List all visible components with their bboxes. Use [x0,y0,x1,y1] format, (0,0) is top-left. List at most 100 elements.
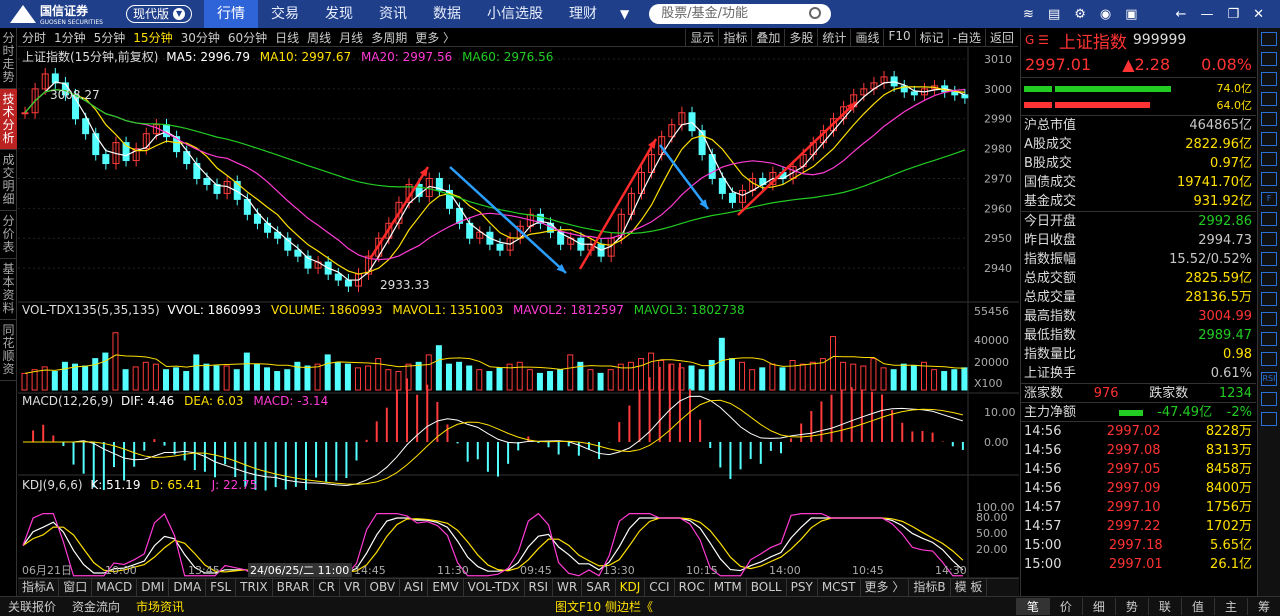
mode-selector[interactable]: 现代版 ▼ [126,5,193,23]
list-icon[interactable] [1261,92,1277,106]
indicator-tab[interactable]: VOL-TDX [464,579,525,596]
line-chart-icon[interactable] [1261,152,1277,166]
period-tab[interactable]: 5分钟 [90,29,130,46]
detail-tab[interactable]: 价 [1048,598,1082,615]
up-arrow-drawing[interactable] [737,101,857,216]
wave-icon[interactable] [1261,352,1277,366]
period-tab[interactable]: 日线 [271,29,303,46]
left-tab[interactable]: 成交明细 [0,150,17,211]
period-tab[interactable]: 更多 〉 [411,29,459,46]
chart-icon[interactable] [1261,132,1277,146]
detail-tab[interactable]: 细 [1081,598,1115,615]
period-tab[interactable]: 15分钟 [129,29,176,46]
indicator-tab[interactable]: MTM [710,579,747,596]
period-tab[interactable]: 多周期 [367,29,411,46]
indicator-tab[interactable]: EMV [428,579,464,596]
left-tab[interactable]: 分价表 [0,211,17,259]
trend-icon[interactable] [1261,332,1277,346]
toolbar-button[interactable]: 叠加 [751,28,784,46]
indicator-tab[interactable]: KDJ [616,579,646,596]
toolbar-button[interactable]: 显示 [685,28,718,46]
indicator-tab[interactable]: FSL [206,579,237,596]
rsi-icon[interactable]: RSI [1261,372,1277,386]
indicator-tab[interactable]: BOLL [747,579,787,596]
toolbar-button[interactable]: 指标 [718,28,751,46]
indicator-tab[interactable]: CR [314,579,340,596]
indicator-tab[interactable]: 更多 〉 [861,579,910,596]
period-tab[interactable]: 30分钟 [177,29,224,46]
restore-icon[interactable]: ❐ [1227,7,1239,22]
nav-item[interactable]: 数据 [420,0,474,28]
screen-icon[interactable] [1261,252,1277,266]
indicator-tab[interactable]: MCST [818,579,861,596]
up-arrow-drawing[interactable] [578,138,658,270]
indicator-tab[interactable]: BRAR [273,579,315,596]
people-icon[interactable] [1261,212,1277,226]
status-link[interactable]: 关联报价 [0,598,64,615]
nav-item[interactable]: 理财 [556,0,610,28]
detail-tab[interactable]: 筹 [1246,598,1280,615]
toolbar-button[interactable]: 统计 [817,28,850,46]
rank-icon[interactable] [1261,232,1277,246]
indicator-tab[interactable]: PSY [787,579,818,596]
period-tab[interactable]: 月线 [335,29,367,46]
indicator-tab[interactable]: ASI [400,579,429,596]
period-tab[interactable]: 1分钟 [50,29,90,46]
status-link[interactable]: 资金流向 [64,598,128,615]
indicator-tab[interactable]: CCI [645,579,675,596]
quote-code-prefix[interactable]: G ☰ [1025,33,1049,47]
sidebar-toggle[interactable]: 图文F10 侧边栏《 [547,598,661,615]
detail-tab[interactable]: 笔 [1015,598,1049,615]
indicator-tab[interactable]: WR [553,579,583,596]
more-icon[interactable] [1261,412,1277,426]
toolbar-button[interactable]: -自选 [947,28,985,46]
period-tab[interactable]: 分时 [18,29,50,46]
nav-item[interactable]: 资讯 [366,0,420,28]
left-tab[interactable]: 基本资料 [0,259,17,320]
detail-tab[interactable]: 势 [1114,598,1148,615]
indicator-tab[interactable]: 窗口 [59,579,93,596]
indicator-tab[interactable]: SAR [582,579,616,596]
toolbar-button[interactable]: 返回 [984,28,1018,46]
search-icon[interactable] [809,7,822,19]
indicator-tab[interactable]: RSI [525,579,554,596]
layers-icon[interactable]: ≋ [1023,7,1034,22]
toolbar-button[interactable]: F10 [883,28,914,46]
f10-icon[interactable]: ▤ [1048,7,1060,22]
toolbar-button[interactable]: 画线 [850,28,883,46]
detail-tab[interactable]: 值 [1180,598,1214,615]
nav-item[interactable]: 发现 [312,0,366,28]
gear-icon[interactable]: ⚙ [1074,7,1086,22]
left-tab[interactable]: 同花顺资 [0,320,17,381]
table-icon[interactable] [1261,312,1277,326]
period-tab[interactable]: 60分钟 [224,29,271,46]
indicator-tab[interactable]: MACD [92,579,138,596]
indicator-tab[interactable]: ROC [675,579,710,596]
nav-more-icon[interactable]: ▼ [610,7,639,21]
toolbar-button[interactable]: 多股 [784,28,817,46]
pen-icon[interactable] [1261,392,1277,406]
message-icon[interactable]: ▣ [1125,7,1137,22]
up-arrow-icon[interactable] [1261,32,1277,46]
indicator-tab[interactable]: VR [340,579,366,596]
left-tab[interactable]: 技术分析 [0,89,17,150]
close-icon[interactable]: ✕ [1253,7,1264,22]
down-arrow-icon[interactable] [1261,52,1277,66]
status-link[interactable]: 市场资讯 [128,598,192,615]
search-input[interactable]: 股票/基金/功能 [649,4,832,24]
toolbar-button[interactable]: 标记 [914,28,948,46]
grid-icon[interactable] [1261,72,1277,86]
period-tab[interactable]: 周线 [303,29,335,46]
indicator-tab[interactable]: OBV [366,579,401,596]
indicator-tab[interactable]: TRIX [236,579,273,596]
pie-icon[interactable] [1261,292,1277,306]
app-logo[interactable]: 国信证券 GUOSEN SECURITIES [0,2,122,26]
indicator-tab[interactable]: DMA [169,579,207,596]
zoom-icon[interactable] [1261,112,1277,126]
minimize-icon[interactable]: — [1200,7,1213,22]
left-tab[interactable]: 分时走势 [0,28,17,89]
detail-tab[interactable]: 主 [1213,598,1247,615]
detail-tab[interactable]: 联 [1147,598,1181,615]
f10-icon[interactable]: F [1261,192,1277,206]
indicator-tab[interactable]: 模 板 [951,579,988,596]
